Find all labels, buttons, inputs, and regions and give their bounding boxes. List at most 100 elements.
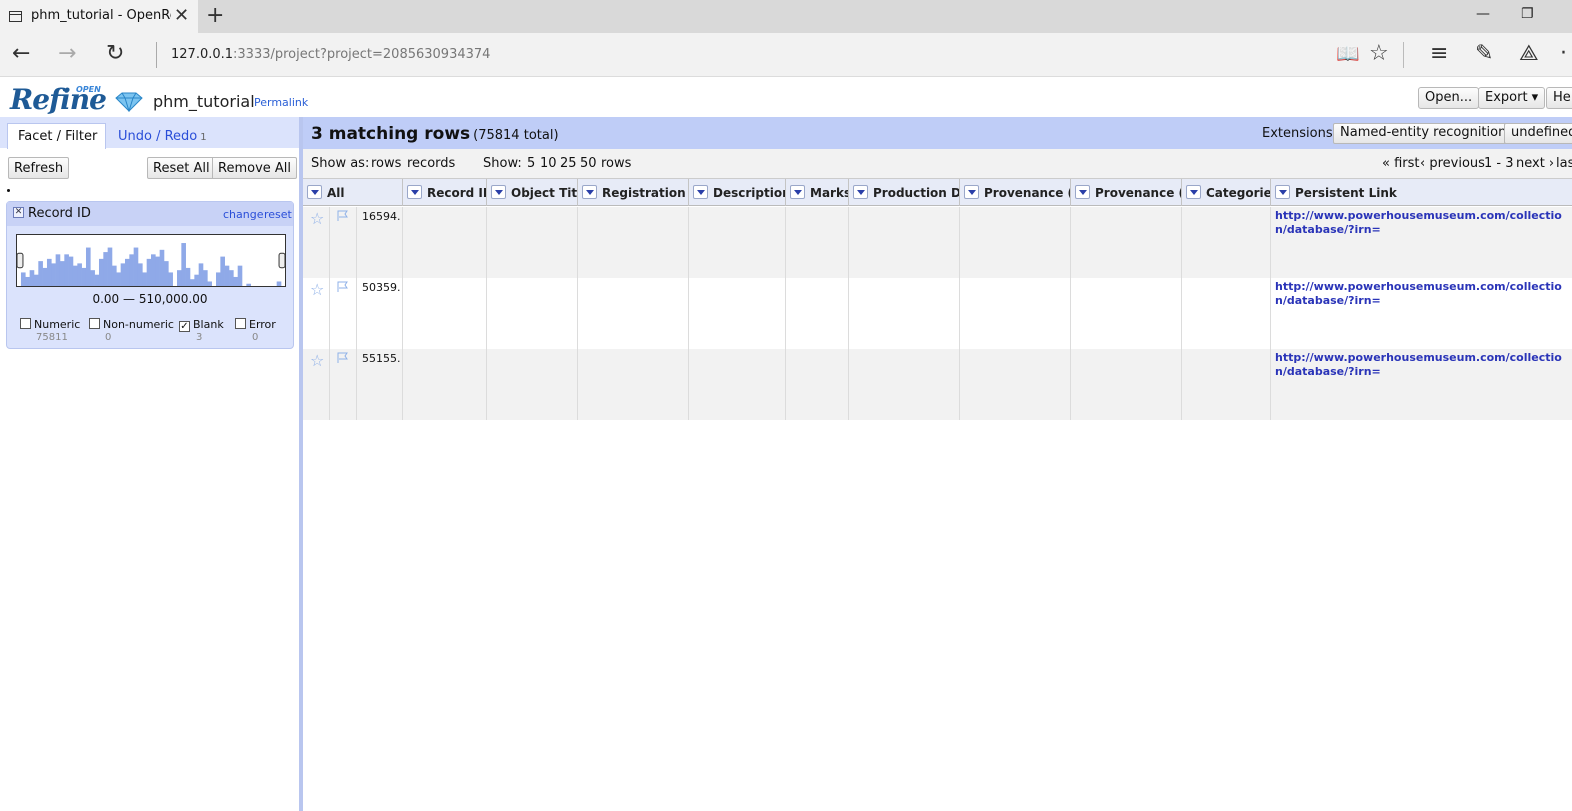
- favorite-star-icon[interactable]: ☆: [1369, 41, 1389, 67]
- column-menu-icon[interactable]: [491, 185, 506, 199]
- data-cell[interactable]: [786, 207, 849, 278]
- choice-error[interactable]: Error: [235, 318, 276, 331]
- rows-mode[interactable]: rows: [371, 156, 401, 171]
- page-size-10[interactable]: 10: [540, 156, 557, 171]
- non-numeric-checkbox[interactable]: [89, 318, 100, 329]
- open-button[interactable]: Open...: [1418, 87, 1480, 109]
- star-icon[interactable]: ☆: [310, 280, 324, 299]
- flag-icon[interactable]: [336, 210, 350, 222]
- data-cell[interactable]: [849, 207, 960, 278]
- column-menu-icon[interactable]: [964, 185, 979, 199]
- choice-blank[interactable]: ✓ Blank: [179, 318, 224, 332]
- column-header-all[interactable]: All: [303, 179, 403, 206]
- tab-facet-filter[interactable]: Facet / Filter: [7, 123, 106, 149]
- column-header-persistent-link[interactable]: Persistent Link: [1271, 179, 1572, 206]
- data-cell[interactable]: [689, 207, 786, 278]
- column-menu-icon[interactable]: [693, 185, 708, 199]
- refresh-icon[interactable]: ↻: [106, 41, 124, 67]
- column-menu-icon[interactable]: [407, 185, 422, 199]
- project-name[interactable]: phm_tutorial: [153, 92, 255, 111]
- back-icon[interactable]: ←: [12, 41, 30, 67]
- new-tab-icon[interactable]: +: [206, 3, 224, 28]
- facet-change-link[interactable]: change: [223, 208, 263, 221]
- data-cell[interactable]: [960, 349, 1071, 420]
- data-cell[interactable]: [403, 207, 487, 278]
- data-cell[interactable]: [1182, 207, 1271, 278]
- column-header-description[interactable]: Description.: [689, 179, 786, 206]
- data-cell[interactable]: [786, 349, 849, 420]
- data-cell[interactable]: [487, 278, 578, 349]
- choice-non-numeric[interactable]: Non-numeric: [89, 318, 174, 331]
- permalink-link[interactable]: Permalink: [254, 96, 308, 109]
- flag-icon[interactable]: [336, 352, 350, 364]
- persistent-link[interactable]: http://www.powerhousemuseum.com/collecti…: [1275, 280, 1565, 308]
- address-bar[interactable]: 127.0.0.1:3333/project?project=208563093…: [171, 47, 490, 62]
- named-entity-recognition-button[interactable]: Named-entity recognition ▾: [1333, 123, 1524, 144]
- help-button[interactable]: He: [1546, 87, 1572, 109]
- remove-all-button[interactable]: Remove All: [212, 157, 298, 179]
- data-cell[interactable]: [487, 207, 578, 278]
- column-header-provenance-history[interactable]: Provenance (His: [1071, 179, 1182, 206]
- column-menu-icon[interactable]: [853, 185, 868, 199]
- numeric-checkbox[interactable]: [20, 318, 31, 329]
- data-cell[interactable]: [487, 349, 578, 420]
- data-cell[interactable]: [689, 278, 786, 349]
- facet-histogram[interactable]: [16, 234, 286, 287]
- data-cell[interactable]: [689, 349, 786, 420]
- flag-icon[interactable]: [336, 281, 350, 293]
- facet-title[interactable]: Record ID: [28, 206, 91, 221]
- export-button[interactable]: Export ▾: [1478, 87, 1546, 109]
- range-handle-right[interactable]: [278, 252, 285, 269]
- data-cell[interactable]: [1182, 349, 1271, 420]
- minimize-icon[interactable]: —: [1476, 6, 1490, 22]
- data-cell[interactable]: [578, 207, 689, 278]
- restore-icon[interactable]: ❐: [1521, 6, 1534, 22]
- data-cell[interactable]: [1071, 349, 1182, 420]
- first-page-link[interactable]: « first: [1382, 156, 1420, 171]
- data-cell[interactable]: [1071, 207, 1182, 278]
- persistent-link-cell[interactable]: http://www.powerhousemuseum.com/collecti…: [1271, 349, 1572, 420]
- page-size-5[interactable]: 5: [527, 156, 535, 171]
- records-mode-link[interactable]: records: [407, 156, 455, 171]
- data-cell[interactable]: [1071, 278, 1182, 349]
- column-header-registration-number[interactable]: Registration Nur: [578, 179, 689, 206]
- data-cell[interactable]: [1182, 278, 1271, 349]
- page-size-25[interactable]: 25: [560, 156, 577, 171]
- share-icon[interactable]: ⟁: [1519, 41, 1539, 67]
- star-icon[interactable]: ☆: [310, 351, 324, 370]
- data-cell[interactable]: [849, 349, 960, 420]
- column-menu-icon[interactable]: [582, 185, 597, 199]
- more-icon[interactable]: ·: [1560, 41, 1567, 67]
- error-checkbox[interactable]: [235, 318, 246, 329]
- tab-undo-redo[interactable]: Undo / Redo 1: [118, 129, 207, 144]
- column-header-object-title[interactable]: Object Title: [487, 179, 578, 206]
- reset-all-button[interactable]: Reset All: [147, 157, 216, 179]
- facet-reset-link[interactable]: reset: [264, 208, 292, 221]
- persistent-link-cell[interactable]: http://www.powerhousemuseum.com/collecti…: [1271, 207, 1572, 278]
- blank-checkbox[interactable]: ✓: [179, 321, 190, 332]
- data-cell[interactable]: [960, 278, 1071, 349]
- close-tab-icon[interactable]: ✕: [174, 5, 189, 26]
- refresh-button[interactable]: Refresh: [8, 157, 70, 179]
- data-cell[interactable]: [849, 278, 960, 349]
- column-menu-icon[interactable]: [790, 185, 805, 199]
- persistent-link[interactable]: http://www.powerhousemuseum.com/collecti…: [1275, 351, 1565, 379]
- data-cell[interactable]: [403, 278, 487, 349]
- data-cell[interactable]: [578, 278, 689, 349]
- facet-close-icon[interactable]: ✕: [13, 207, 24, 218]
- data-cell[interactable]: [960, 207, 1071, 278]
- column-menu-icon[interactable]: [1186, 185, 1201, 199]
- undefined-button[interactable]: undefined: [1504, 123, 1572, 144]
- column-header-provenance-production[interactable]: Provenance (Prc: [960, 179, 1071, 206]
- persistent-link-cell[interactable]: http://www.powerhousemuseum.com/collecti…: [1271, 278, 1572, 349]
- column-header-production-date[interactable]: Production Date: [849, 179, 960, 206]
- data-cell[interactable]: [578, 349, 689, 420]
- column-header-categories[interactable]: Categories: [1182, 179, 1271, 206]
- hub-icon[interactable]: ≡: [1430, 41, 1448, 67]
- star-icon[interactable]: ☆: [310, 209, 324, 228]
- data-cell[interactable]: [403, 349, 487, 420]
- choice-numeric[interactable]: Numeric: [20, 318, 80, 331]
- range-handle-left[interactable]: [17, 252, 24, 269]
- openrefine-logo[interactable]: Refine OPEN: [10, 83, 143, 116]
- reading-view-icon[interactable]: 📖: [1336, 41, 1360, 67]
